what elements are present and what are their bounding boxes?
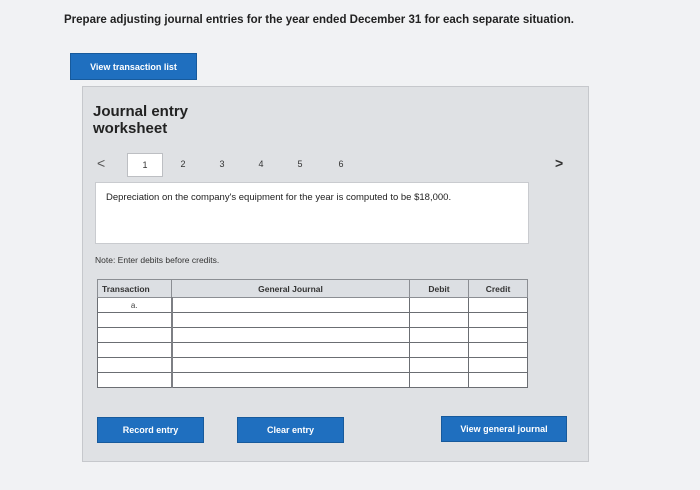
header-general-journal: General Journal: [171, 279, 410, 298]
view-general-journal-button[interactable]: View general journal: [441, 416, 567, 442]
page-tab-5[interactable]: 5: [283, 153, 317, 175]
credit-input[interactable]: [468, 357, 528, 373]
transaction-cell: [97, 372, 172, 388]
instruction-text: Prepare adjusting journal entries for th…: [64, 14, 574, 26]
account-input[interactable]: [170, 312, 410, 328]
transaction-cell: [97, 327, 172, 343]
credit-input[interactable]: [468, 312, 528, 328]
journal-table: Transaction General Journal Debit Credit…: [97, 279, 528, 388]
debit-input[interactable]: [409, 312, 469, 328]
clear-entry-button[interactable]: Clear entry: [237, 417, 344, 443]
table-row: a.: [97, 297, 528, 313]
credit-input[interactable]: [468, 372, 528, 388]
debit-input[interactable]: [409, 372, 469, 388]
worksheet-title: Journal entry worksheet: [93, 103, 189, 137]
note-text: Note: Enter debits before credits.: [95, 255, 220, 265]
debit-input[interactable]: [409, 342, 469, 358]
table-row: [97, 372, 528, 388]
worksheet-pager: < 1 2 3 4 5 6 >: [97, 153, 577, 177]
chevron-right-icon[interactable]: >: [555, 155, 563, 171]
account-input[interactable]: [170, 342, 410, 358]
page-tab-2[interactable]: 2: [166, 153, 200, 175]
transaction-cell: [97, 357, 172, 373]
transaction-description: Depreciation on the company's equipment …: [95, 182, 529, 244]
account-input[interactable]: [170, 327, 410, 343]
header-debit: Debit: [409, 279, 469, 298]
debit-input[interactable]: [409, 327, 469, 343]
journal-entry-worksheet: Journal entry worksheet < 1 2 3 4 5 6 > …: [82, 86, 589, 462]
view-transaction-list-button[interactable]: View transaction list: [70, 53, 197, 80]
table-row: [97, 342, 528, 358]
page-tab-4[interactable]: 4: [244, 153, 278, 175]
header-credit: Credit: [468, 279, 528, 298]
transaction-cell: [97, 312, 172, 328]
header-transaction: Transaction: [97, 279, 172, 298]
table-row: [97, 327, 528, 343]
account-input[interactable]: [170, 297, 410, 313]
transaction-cell: [97, 342, 172, 358]
table-row: [97, 312, 528, 328]
account-input[interactable]: [170, 372, 410, 388]
debit-input[interactable]: [409, 357, 469, 373]
table-row: [97, 357, 528, 373]
page-tab-3[interactable]: 3: [205, 153, 239, 175]
account-input[interactable]: [170, 357, 410, 373]
page-tab-6[interactable]: 6: [324, 153, 358, 175]
debit-input[interactable]: [409, 297, 469, 313]
chevron-left-icon[interactable]: <: [97, 155, 105, 171]
record-entry-button[interactable]: Record entry: [97, 417, 204, 443]
transaction-cell: a.: [97, 297, 172, 313]
credit-input[interactable]: [468, 342, 528, 358]
credit-input[interactable]: [468, 327, 528, 343]
page-tab-1[interactable]: 1: [127, 153, 163, 177]
credit-input[interactable]: [468, 297, 528, 313]
